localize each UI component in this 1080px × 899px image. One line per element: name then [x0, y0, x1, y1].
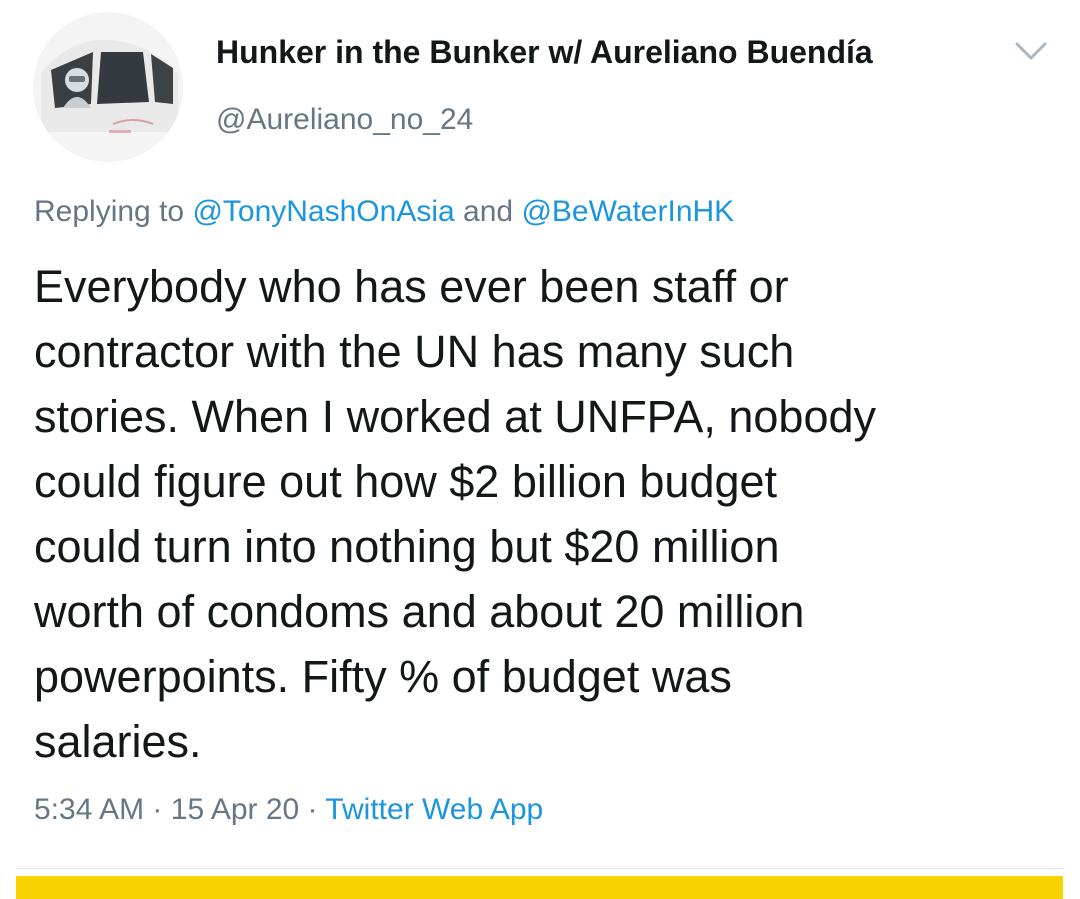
replying-prefix: Replying to: [34, 195, 185, 228]
tweet-card: Hunker in the Bunker w/ Aureliano Buendí…: [0, 0, 1080, 899]
tweet-time[interactable]: 5:34 AM: [34, 793, 144, 826]
tweet-meta: 5:34 AM · 15 Apr 20 · Twitter Web App: [34, 793, 543, 827]
avatar[interactable]: [33, 12, 183, 162]
replying-to-line: Replying to @TonyNashOnAsia and @BeWater…: [34, 195, 734, 229]
tweet-source-link[interactable]: Twitter Web App: [325, 793, 543, 826]
divider: [16, 868, 1064, 869]
tweet-date[interactable]: 15 Apr 20: [171, 793, 299, 826]
tweet-text: Everybody who has ever been staff or con…: [34, 261, 877, 767]
avatar-photo: [33, 12, 183, 162]
display-name[interactable]: Hunker in the Bunker w/ Aureliano Buendí…: [216, 34, 873, 71]
user-handle[interactable]: @Aureliano_no_24: [216, 103, 473, 137]
meta-separator: ·: [307, 793, 318, 826]
reply-mention-bewaterinhk[interactable]: @BeWaterInHK: [521, 195, 734, 228]
meta-separator: ·: [152, 793, 163, 826]
reply-conjunction: and: [463, 195, 514, 228]
reply-mention-tonynashonasia[interactable]: @TonyNashOnAsia: [192, 195, 454, 228]
chevron-down-icon[interactable]: [1014, 38, 1048, 64]
bottom-yellow-bar: [16, 876, 1063, 899]
